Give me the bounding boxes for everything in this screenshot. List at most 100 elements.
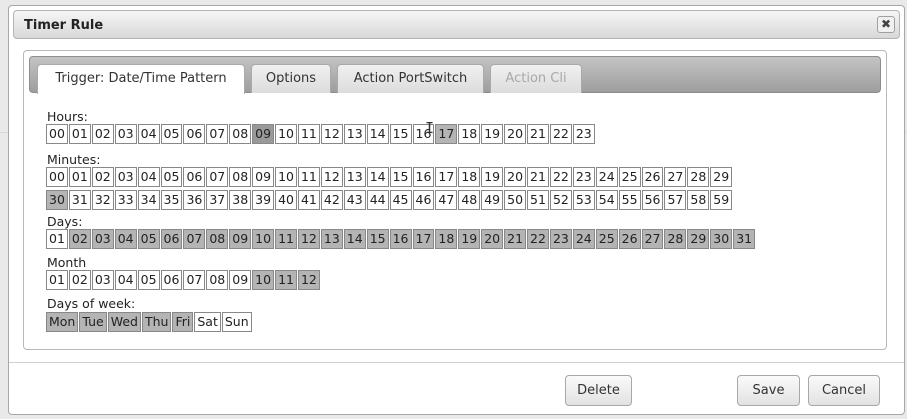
- weekday-cell-thu[interactable]: Thu: [141, 312, 172, 332]
- hour-cell-06[interactable]: 06: [183, 124, 206, 144]
- minute-cell-18[interactable]: 18: [458, 167, 481, 187]
- hour-cell-00[interactable]: 00: [46, 124, 68, 144]
- day-cell-31[interactable]: 31: [733, 229, 756, 249]
- hour-cell-14[interactable]: 14: [366, 124, 389, 144]
- hour-cell-18[interactable]: 18: [458, 124, 481, 144]
- day-cell-02[interactable]: 02: [68, 229, 91, 249]
- weekday-cell-tue[interactable]: Tue: [79, 312, 107, 332]
- day-cell-08[interactable]: 08: [206, 229, 229, 249]
- minute-cell-24[interactable]: 24: [595, 167, 618, 187]
- month-cell-05[interactable]: 05: [137, 270, 160, 290]
- hour-cell-01[interactable]: 01: [68, 124, 91, 144]
- minute-cell-20[interactable]: 20: [504, 167, 527, 187]
- minute-cell-03[interactable]: 03: [114, 167, 137, 187]
- minute-cell-11[interactable]: 11: [297, 167, 320, 187]
- day-cell-23[interactable]: 23: [549, 229, 572, 249]
- minute-cell-36[interactable]: 36: [183, 190, 206, 210]
- minute-cell-53[interactable]: 53: [572, 190, 595, 210]
- hour-cell-22[interactable]: 22: [549, 124, 572, 144]
- minute-cell-49[interactable]: 49: [481, 190, 504, 210]
- hour-cell-23[interactable]: 23: [572, 124, 595, 144]
- minute-cell-10[interactable]: 10: [275, 167, 297, 187]
- day-cell-19[interactable]: 19: [458, 229, 481, 249]
- minute-cell-09[interactable]: 09: [252, 167, 275, 187]
- minute-cell-22[interactable]: 22: [549, 167, 572, 187]
- minute-cell-46[interactable]: 46: [412, 190, 435, 210]
- minute-cell-01[interactable]: 01: [68, 167, 91, 187]
- cancel-button[interactable]: Cancel: [808, 375, 880, 406]
- tab-options[interactable]: Options: [251, 64, 331, 93]
- day-cell-20[interactable]: 20: [481, 229, 504, 249]
- weekday-cell-mon[interactable]: Mon: [46, 312, 79, 332]
- day-cell-11[interactable]: 11: [275, 229, 297, 249]
- hour-cell-13[interactable]: 13: [343, 124, 366, 144]
- day-cell-15[interactable]: 15: [366, 229, 389, 249]
- minute-cell-35[interactable]: 35: [160, 190, 183, 210]
- minute-cell-21[interactable]: 21: [527, 167, 549, 187]
- month-cell-03[interactable]: 03: [91, 270, 114, 290]
- month-cell-04[interactable]: 04: [114, 270, 137, 290]
- minute-cell-28[interactable]: 28: [687, 167, 710, 187]
- minute-cell-07[interactable]: 07: [206, 167, 229, 187]
- minute-cell-34[interactable]: 34: [137, 190, 160, 210]
- month-cell-11[interactable]: 11: [275, 270, 297, 290]
- day-cell-17[interactable]: 17: [412, 229, 435, 249]
- minute-cell-58[interactable]: 58: [687, 190, 710, 210]
- month-cell-02[interactable]: 02: [68, 270, 91, 290]
- minute-cell-13[interactable]: 13: [343, 167, 366, 187]
- minute-cell-37[interactable]: 37: [206, 190, 229, 210]
- day-cell-01[interactable]: 01: [46, 229, 68, 249]
- day-cell-25[interactable]: 25: [595, 229, 618, 249]
- month-cell-12[interactable]: 12: [297, 270, 320, 290]
- day-cell-29[interactable]: 29: [687, 229, 710, 249]
- save-button[interactable]: Save: [737, 375, 800, 406]
- month-cell-07[interactable]: 07: [183, 270, 206, 290]
- weekday-cell-fri[interactable]: Fri: [172, 312, 194, 332]
- dialog-titlebar[interactable]: Timer Rule ✖: [13, 10, 900, 39]
- minute-cell-26[interactable]: 26: [641, 167, 664, 187]
- hour-cell-20[interactable]: 20: [504, 124, 527, 144]
- minute-cell-52[interactable]: 52: [549, 190, 572, 210]
- minute-cell-06[interactable]: 06: [183, 167, 206, 187]
- minute-cell-27[interactable]: 27: [664, 167, 687, 187]
- minute-cell-04[interactable]: 04: [137, 167, 160, 187]
- minute-cell-02[interactable]: 02: [91, 167, 114, 187]
- day-cell-14[interactable]: 14: [343, 229, 366, 249]
- day-cell-04[interactable]: 04: [114, 229, 137, 249]
- close-icon[interactable]: ✖: [877, 16, 895, 33]
- minute-cell-19[interactable]: 19: [481, 167, 504, 187]
- month-cell-10[interactable]: 10: [252, 270, 275, 290]
- hour-cell-05[interactable]: 05: [160, 124, 183, 144]
- day-cell-24[interactable]: 24: [572, 229, 595, 249]
- minute-cell-39[interactable]: 39: [252, 190, 275, 210]
- minute-cell-44[interactable]: 44: [366, 190, 389, 210]
- day-cell-26[interactable]: 26: [618, 229, 641, 249]
- minute-cell-14[interactable]: 14: [366, 167, 389, 187]
- weekday-cell-sun[interactable]: Sun: [221, 312, 252, 332]
- minute-cell-56[interactable]: 56: [641, 190, 664, 210]
- hour-cell-07[interactable]: 07: [206, 124, 229, 144]
- day-cell-05[interactable]: 05: [137, 229, 160, 249]
- minute-cell-05[interactable]: 05: [160, 167, 183, 187]
- minute-cell-16[interactable]: 16: [412, 167, 435, 187]
- hour-cell-19[interactable]: 19: [481, 124, 504, 144]
- day-cell-07[interactable]: 07: [183, 229, 206, 249]
- weekday-cell-wed[interactable]: Wed: [107, 312, 141, 332]
- tab-trigger-date-time-pattern[interactable]: Trigger: Date/Time Pattern: [37, 64, 245, 94]
- minute-cell-23[interactable]: 23: [572, 167, 595, 187]
- minute-cell-48[interactable]: 48: [458, 190, 481, 210]
- hour-cell-09[interactable]: 09: [252, 124, 275, 144]
- minute-cell-42[interactable]: 42: [320, 190, 343, 210]
- minute-cell-40[interactable]: 40: [275, 190, 297, 210]
- minute-cell-51[interactable]: 51: [527, 190, 549, 210]
- minute-cell-33[interactable]: 33: [114, 190, 137, 210]
- hour-cell-15[interactable]: 15: [389, 124, 412, 144]
- minute-cell-41[interactable]: 41: [297, 190, 320, 210]
- minute-cell-55[interactable]: 55: [618, 190, 641, 210]
- minute-cell-17[interactable]: 17: [435, 167, 458, 187]
- hour-cell-12[interactable]: 12: [320, 124, 343, 144]
- delete-button[interactable]: Delete: [565, 375, 632, 406]
- tab-action-cli[interactable]: Action Cli: [490, 64, 582, 93]
- day-cell-21[interactable]: 21: [504, 229, 527, 249]
- month-cell-01[interactable]: 01: [46, 270, 68, 290]
